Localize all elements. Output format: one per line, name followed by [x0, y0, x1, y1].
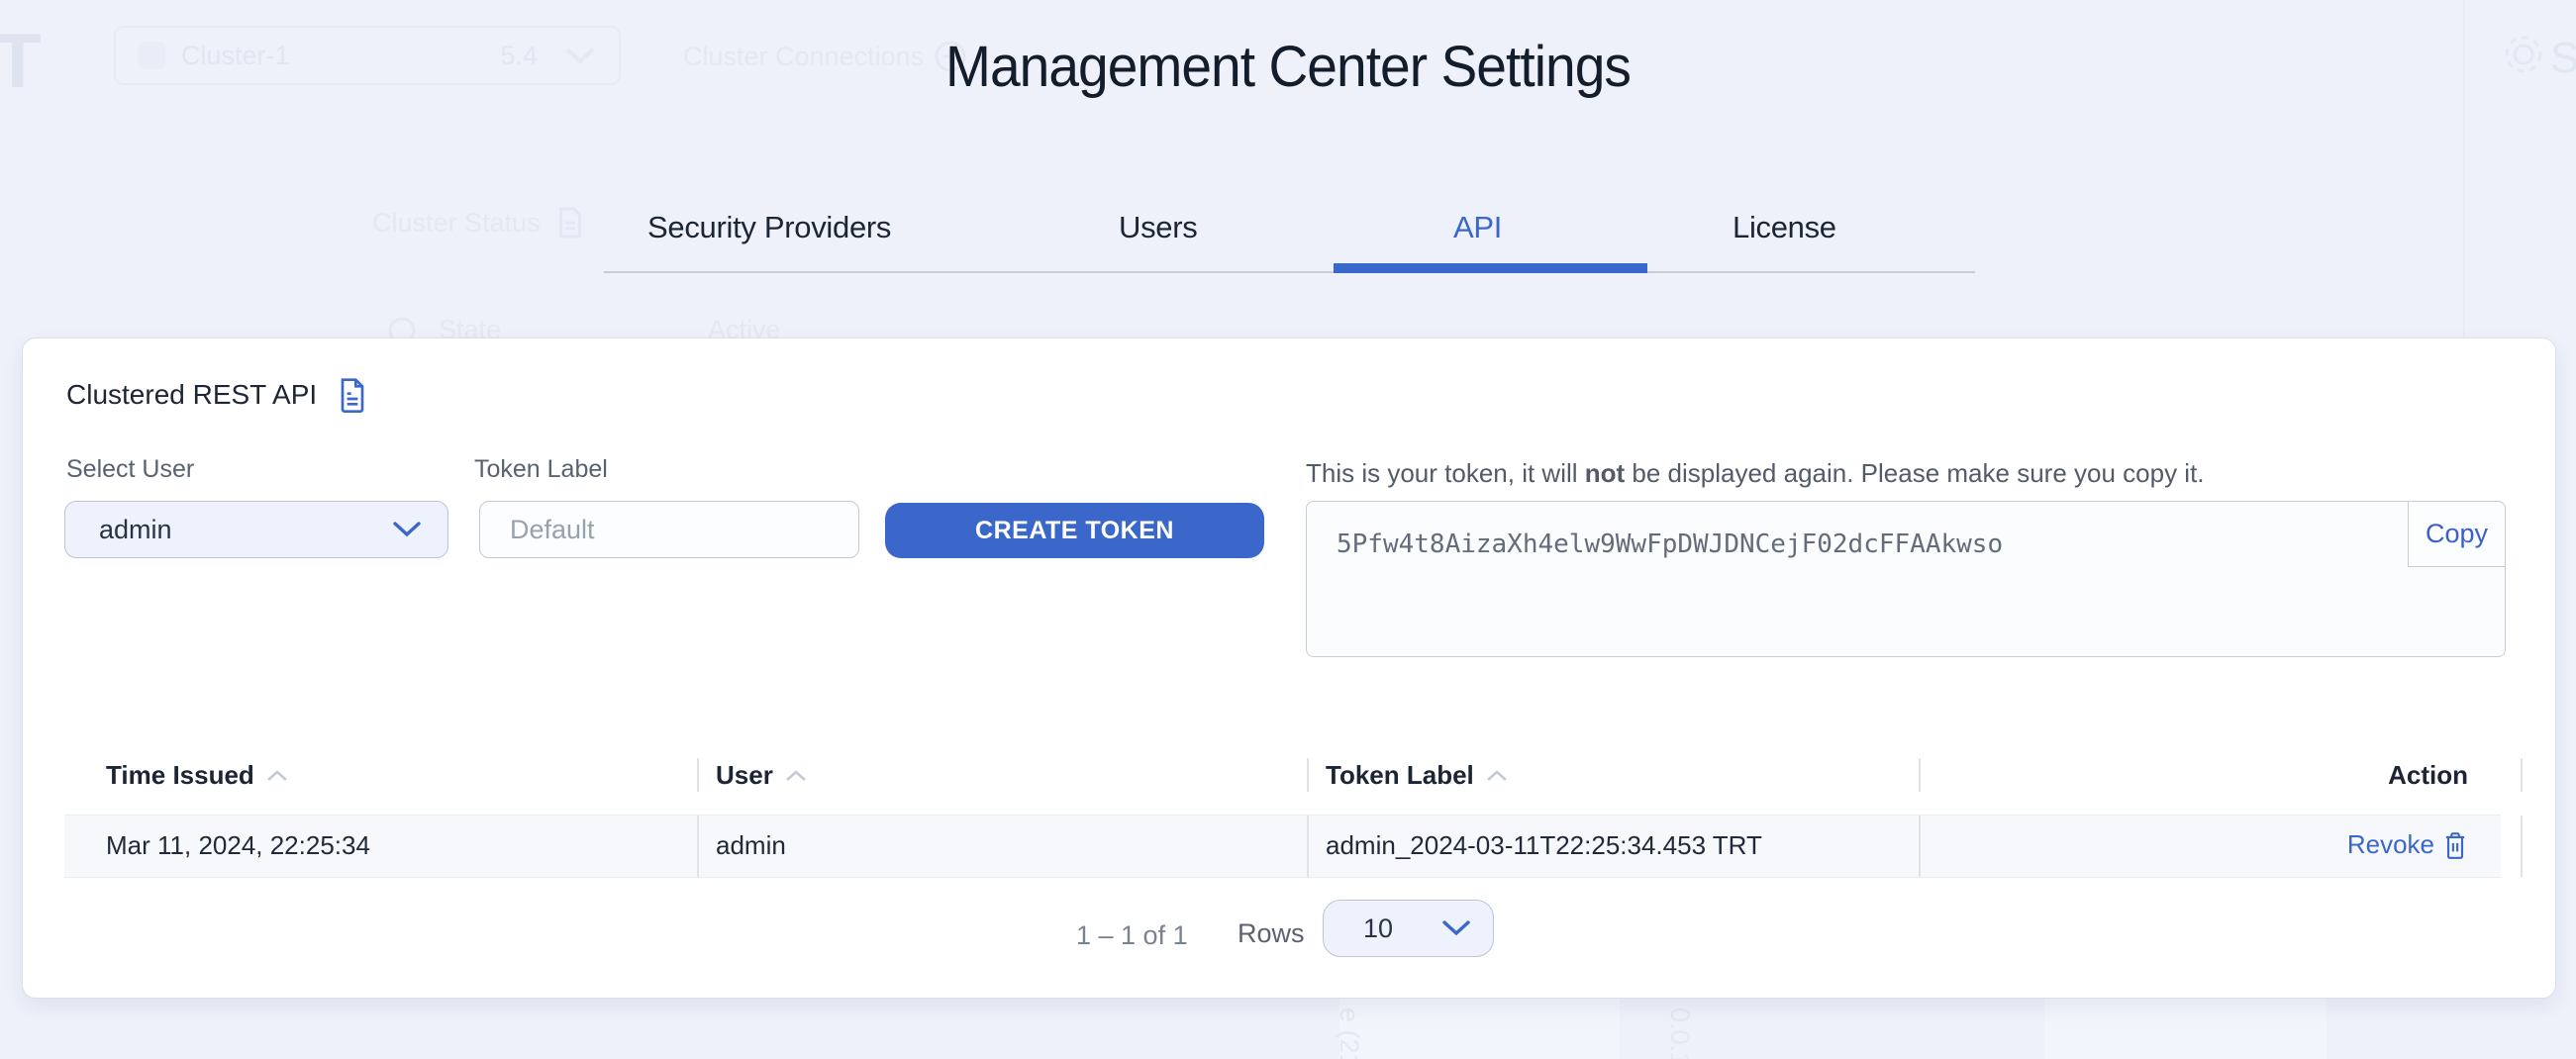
management-center-settings-screen: T Cluster-1 5.4 Cluster Connections Clus… — [0, 0, 2576, 1059]
sort-caret-icon[interactable] — [266, 770, 288, 782]
rows-per-page-dropdown[interactable]: 10 — [1323, 900, 1494, 957]
tab-api-active-indicator — [1334, 263, 1647, 273]
chevron-down-icon — [1441, 919, 1471, 937]
column-divider — [1919, 758, 1921, 792]
document-icon — [556, 206, 584, 240]
tab-license[interactable]: License — [1733, 210, 1836, 245]
column-header-time-issued[interactable]: Time Issued — [106, 760, 288, 791]
faded-rotated-text: e (21 — [1334, 1008, 1364, 1059]
column-divider — [697, 758, 699, 792]
column-divider — [1307, 758, 1309, 792]
pagination-rows-label: Rows — [1238, 918, 1305, 949]
sort-caret-icon[interactable] — [1486, 770, 1508, 782]
column-divider — [1307, 816, 1309, 877]
token-value: 5Pfw4t8AizaXh4elw9WwFpDWJDNCejF02dcFFAAk… — [1337, 530, 2003, 559]
rows-per-page-value: 10 — [1363, 914, 1393, 944]
faded-cluster-status: Cluster Status — [372, 206, 584, 240]
table-row: Mar 11, 2024, 22:25:34 admin admin_2024-… — [64, 815, 2501, 878]
tab-security-providers[interactable]: Security Providers — [647, 210, 891, 245]
section-header: Clustered REST API — [66, 376, 368, 414]
tab-api[interactable]: API — [1453, 210, 1502, 245]
token-display-box: 5Pfw4t8AizaXh4elw9WwFpDWJDNCejF02dcFFAAk… — [1306, 501, 2506, 657]
column-divider — [1919, 816, 1921, 877]
column-header-user[interactable]: User — [716, 760, 807, 791]
token-notice: This is your token, it will not be displ… — [1306, 458, 2205, 489]
tab-users[interactable]: Users — [1119, 210, 1197, 245]
faded-right-letter: S — [2550, 34, 2576, 83]
column-header-action: Action — [2388, 760, 2468, 791]
copy-button[interactable]: Copy — [2408, 501, 2506, 567]
table-header: Time Issued User Token Label Action — [64, 754, 2501, 798]
page-title: Management Center Settings — [64, 34, 2512, 100]
pagination-range: 1 – 1 of 1 — [1076, 920, 1188, 951]
docs-icon[interactable] — [337, 376, 368, 414]
api-settings-card: Clustered REST API Select User Token Lab… — [22, 337, 2556, 999]
trash-icon — [2442, 830, 2468, 860]
sort-caret-icon[interactable] — [785, 770, 807, 782]
cell-user: admin — [716, 830, 786, 861]
section-title: Clustered REST API — [66, 379, 317, 411]
token-label-input[interactable] — [479, 501, 859, 558]
select-user-label: Select User — [66, 455, 194, 484]
faded-rotated-text: 0.0.1 — [1664, 1008, 1695, 1059]
select-user-dropdown[interactable]: admin — [64, 501, 448, 558]
faded-column-band — [1339, 997, 1620, 1059]
column-divider — [697, 816, 699, 877]
column-divider — [2521, 816, 2523, 877]
column-header-token-label[interactable]: Token Label — [1326, 760, 1508, 791]
select-user-value: admin — [99, 515, 172, 545]
cell-token-label: admin_2024-03-11T22:25:34.453 TRT — [1326, 830, 1762, 861]
create-token-button[interactable]: CREATE TOKEN — [885, 503, 1264, 558]
cell-time-issued: Mar 11, 2024, 22:25:34 — [106, 830, 370, 861]
faded-column-band — [2044, 997, 2327, 1059]
faded-logo-letter: T — [0, 16, 42, 106]
revoke-button[interactable]: Revoke — [2347, 829, 2468, 860]
token-label-label: Token Label — [474, 455, 608, 484]
tabs-underline — [604, 271, 1975, 273]
chevron-down-icon — [392, 521, 422, 538]
column-divider — [2521, 758, 2523, 792]
